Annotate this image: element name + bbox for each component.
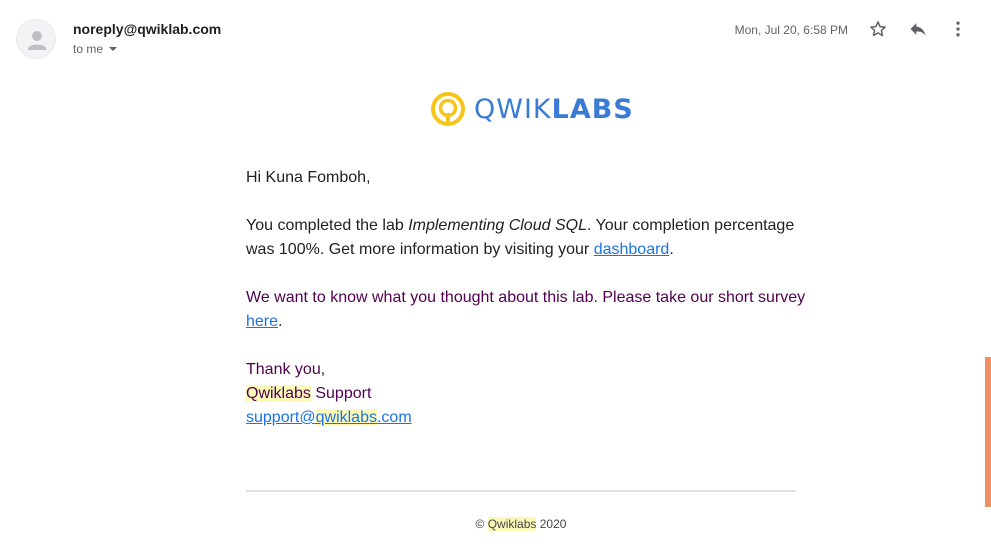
signature-name: Qwiklabs Support <box>246 382 806 406</box>
support-email-line: support@qwiklabs.com <box>246 406 806 430</box>
footer-brand: Qwiklabs <box>487 517 537 531</box>
footer-divider <box>246 490 796 492</box>
signature-brand: Qwiklabs <box>246 385 311 402</box>
email-date: Mon, Jul 20, 6:58 PM <box>734 23 848 37</box>
person-icon <box>28 31 46 50</box>
signature: Thank you, Qwiklabs Support support@qwik… <box>246 358 806 430</box>
reply-icon <box>910 23 926 36</box>
star-icon <box>870 21 886 37</box>
dashboard-link[interactable]: dashboard <box>594 241 670 258</box>
thanks-line: Thank you, <box>246 361 326 378</box>
sender-avatar[interactable] <box>16 19 56 59</box>
qwiklabs-logo: QWIKLABS <box>430 89 634 129</box>
recipient-details-toggle[interactable]: to me <box>73 42 118 56</box>
qwiklabs-logo-icon <box>431 92 465 126</box>
sender-email[interactable]: noreply@qwiklab.com <box>73 21 221 37</box>
completion-suffix: . <box>669 241 674 258</box>
greeting: Hi Kuna Fomboh, <box>246 169 371 186</box>
lab-name: Implementing Cloud SQL <box>408 217 587 234</box>
support-email-suffix: .com <box>376 409 412 426</box>
more-vert-icon <box>956 21 960 37</box>
recipient-label: to me <box>73 42 104 56</box>
survey-suffix: . <box>278 313 283 330</box>
copyright-symbol: © <box>475 517 485 531</box>
chevron-down-icon <box>109 47 118 51</box>
more-options-button[interactable] <box>946 17 970 41</box>
survey-link[interactable]: here <box>246 313 278 330</box>
logo-wordmark-part2: LABS <box>551 93 634 125</box>
email-header: noreply@qwiklab.com to me Mon, Jul 20, 6… <box>0 0 991 70</box>
support-email-prefix: support@ <box>246 409 316 426</box>
support-email-link[interactable]: support@qwiklabs.com <box>246 409 412 426</box>
footer-year: 2020 <box>539 517 567 531</box>
scrollbar-marker[interactable] <box>985 357 991 507</box>
footer-copyright: © Qwiklabs 2020 <box>246 517 796 531</box>
survey-prefix: We want to know what you thought about t… <box>246 289 806 306</box>
completion-paragraph: You completed the lab Implementing Cloud… <box>246 214 806 262</box>
email-body: Hi Kuna Fomboh, You completed the lab Im… <box>246 166 806 430</box>
logo-wordmark-part1: QWIK <box>474 93 552 125</box>
star-button[interactable] <box>866 17 890 41</box>
survey-paragraph: We want to know what you thought about t… <box>246 286 806 334</box>
reply-button[interactable] <box>906 17 930 41</box>
completion-prefix: You completed the lab <box>246 217 409 234</box>
logo-wordmark: QWIKLABS <box>474 96 634 123</box>
signature-suffix: Support <box>310 385 372 402</box>
support-email-brand: qwiklabs <box>315 409 377 426</box>
